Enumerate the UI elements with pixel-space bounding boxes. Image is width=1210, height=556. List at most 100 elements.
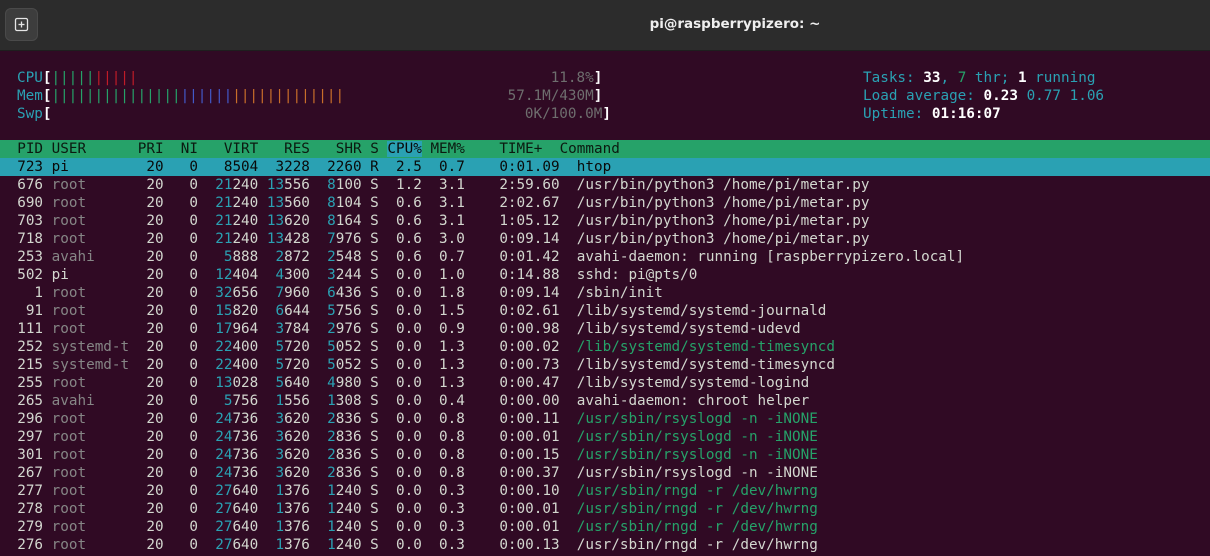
res-cell-high: 5 — [275, 339, 285, 355]
pid-cell: 278 — [0, 501, 52, 517]
process-row[interactable]: 1 root 20 0 32656 7960 6436 S 0.0 1.8 0:… — [0, 284, 1210, 302]
state-cell: S — [361, 231, 388, 247]
column-header-state[interactable]: S — [370, 141, 387, 157]
time-cell: 0:01.09 — [473, 159, 577, 175]
tasks-summary: Tasks: 33, 7 thr; 1 running — [863, 70, 1096, 86]
virt-pad — [207, 303, 216, 319]
shr-cell: 836 — [335, 429, 362, 445]
virt-cell-high: 21 — [215, 213, 233, 229]
pid-cell: 502 — [0, 267, 52, 283]
virt-cell-high: 21 — [215, 177, 233, 193]
virt-pad — [207, 231, 216, 247]
process-row[interactable]: 279 root 20 0 27640 1376 1240 S 0.0 0.3 … — [0, 518, 1210, 536]
shr-cell-high: 5 — [327, 357, 336, 373]
process-row[interactable]: 253 avahi 20 0 5888 2872 2548 S 0.6 0.7 … — [0, 248, 1210, 266]
virt-pad — [207, 285, 216, 301]
ni-cell: 0 — [172, 177, 207, 193]
terminal[interactable]: CPU[|||||||||| 11.8%] Mem[||||||||||||||… — [0, 51, 1210, 556]
process-row[interactable]: 255 root 20 0 13028 5640 4980 S 0.0 1.3 … — [0, 374, 1210, 392]
mem-cell: 1.0 — [430, 267, 474, 283]
pid-cell: 267 — [0, 465, 52, 481]
virt-cell-high: 17 — [215, 321, 233, 337]
time-cell: 0:00.00 — [473, 393, 577, 409]
shr-pad — [310, 321, 327, 337]
virt-cell-high: 32 — [215, 285, 233, 301]
res-cell: 620 — [284, 465, 310, 481]
virt-cell-high: 22 — [215, 339, 233, 355]
process-row[interactable]: 301 root 20 0 24736 3620 2836 S 0.0 0.8 … — [0, 446, 1210, 464]
pri-cell: 20 — [129, 321, 173, 337]
process-row[interactable]: 215 systemd-t 20 0 22400 5720 5052 S 0.0… — [0, 356, 1210, 374]
virt-cell: 640 — [232, 483, 259, 499]
shr-cell: 436 — [335, 285, 362, 301]
process-row[interactable]: 676 root 20 0 21240 13556 8100 S 1.2 3.1… — [0, 176, 1210, 194]
load-average: Load average: 0.23 0.77 1.06 — [863, 88, 1105, 104]
command-cell: /usr/sbin/rngd -r /dev/hwrng — [576, 483, 818, 499]
shr-cell: 836 — [335, 465, 362, 481]
process-row[interactable]: 276 root 20 0 27640 1376 1240 S 0.0 0.3 … — [0, 536, 1210, 554]
process-row[interactable]: 296 root 20 0 24736 3620 2836 S 0.0 0.8 … — [0, 410, 1210, 428]
column-header-mem[interactable]: MEM% — [422, 141, 464, 157]
pri-cell: 20 — [129, 519, 173, 535]
res-cell-high: 13 — [266, 231, 285, 247]
virt-cell: 888 — [232, 249, 259, 265]
res-cell-high: 4 — [275, 267, 285, 283]
user-cell: root — [51, 447, 130, 463]
pri-cell: 20 — [129, 231, 173, 247]
column-header-cpu[interactable]: CPU% — [387, 141, 422, 157]
column-header-user[interactable]: USER — [52, 141, 129, 157]
mem-cell: 0.8 — [430, 429, 474, 445]
ni-cell: 0 — [172, 519, 207, 535]
shr-cell-high: 2 — [327, 447, 336, 463]
virt-cell-high: 27 — [215, 483, 233, 499]
pri-cell: 20 — [129, 177, 173, 193]
cpu-cell: 0.6 — [387, 249, 431, 265]
command-cell: /sbin/init — [576, 285, 663, 301]
process-row[interactable]: 718 root 20 0 21240 13428 7976 S 0.6 3.0… — [0, 230, 1210, 248]
process-row[interactable]: 277 root 20 0 27640 1376 1240 S 0.0 0.3 … — [0, 482, 1210, 500]
pri-cell: 20 — [129, 195, 173, 211]
time-cell: 0:00.73 — [473, 357, 577, 373]
shr-cell: 836 — [335, 411, 362, 427]
mem-cell: 0.3 — [430, 501, 474, 517]
process-row[interactable]: 91 root 20 0 15820 6644 5756 S 0.0 1.5 0… — [0, 302, 1210, 320]
column-header-row[interactable]: PID USER PRI NI VIRT RES SHR S CPU% MEM%… — [0, 140, 1210, 158]
mem-meter: Mem[|||||||||||||||||||||||||||||||||| 5… — [17, 88, 603, 104]
pri-cell: 20 — [129, 411, 173, 427]
process-row[interactable]: 703 root 20 0 21240 13620 8164 S 0.6 3.1… — [0, 212, 1210, 230]
pid-cell: 1 — [0, 285, 52, 301]
process-row[interactable]: 278 root 20 0 27640 1376 1240 S 0.0 0.3 … — [0, 500, 1210, 518]
process-row[interactable]: 252 systemd-t 20 0 22400 5720 5052 S 0.0… — [0, 338, 1210, 356]
virt-cell-high: 27 — [215, 519, 233, 535]
state-cell: S — [361, 447, 388, 463]
virt-pad — [207, 357, 216, 373]
cpu-meter: CPU[|||||||||| 11.8%] — [17, 70, 603, 86]
process-row[interactable]: 723 pi 20 0 8504 3228 2260 R 2.5 0.7 0:0… — [0, 158, 1210, 176]
res-cell: 620 — [284, 447, 310, 463]
res-cell: 556 — [284, 393, 310, 409]
virt-cell: 240 — [232, 177, 259, 193]
column-header-pid[interactable]: PID — [0, 141, 52, 157]
column-header-shr[interactable]: SHR — [310, 141, 370, 157]
process-row[interactable]: 502 pi 20 0 12404 4300 3244 S 0.0 1.0 0:… — [0, 266, 1210, 284]
res-cell: 228 — [284, 159, 310, 175]
pri-cell: 20 — [129, 285, 173, 301]
column-header-virt[interactable]: VIRT — [207, 141, 258, 157]
column-header-pri[interactable]: PRI — [129, 141, 172, 157]
process-row[interactable]: 690 root 20 0 21240 13560 8104 S 0.6 3.1… — [0, 194, 1210, 212]
res-cell-high: 13 — [266, 195, 285, 211]
mem-cell: 0.7 — [430, 249, 474, 265]
process-row[interactable]: 111 root 20 0 17964 3784 2976 S 0.0 0.9 … — [0, 320, 1210, 338]
shr-pad — [310, 159, 327, 175]
process-table[interactable]: PID USER PRI NI VIRT RES SHR S CPU% MEM%… — [0, 140, 1210, 554]
column-header-ni[interactable]: NI — [172, 141, 206, 157]
column-header-command[interactable]: Command — [560, 141, 620, 157]
state-cell: S — [361, 411, 388, 427]
process-row[interactable]: 267 root 20 0 24736 3620 2836 S 0.0 0.8 … — [0, 464, 1210, 482]
shr-cell: 240 — [335, 501, 362, 517]
process-row[interactable]: 297 root 20 0 24736 3620 2836 S 0.0 0.8 … — [0, 428, 1210, 446]
column-header-time[interactable]: TIME+ — [465, 141, 560, 157]
process-row[interactable]: 265 avahi 20 0 5756 1556 1308 S 0.0 0.4 … — [0, 392, 1210, 410]
column-header-res[interactable]: RES — [258, 141, 310, 157]
res-pad — [258, 465, 275, 481]
